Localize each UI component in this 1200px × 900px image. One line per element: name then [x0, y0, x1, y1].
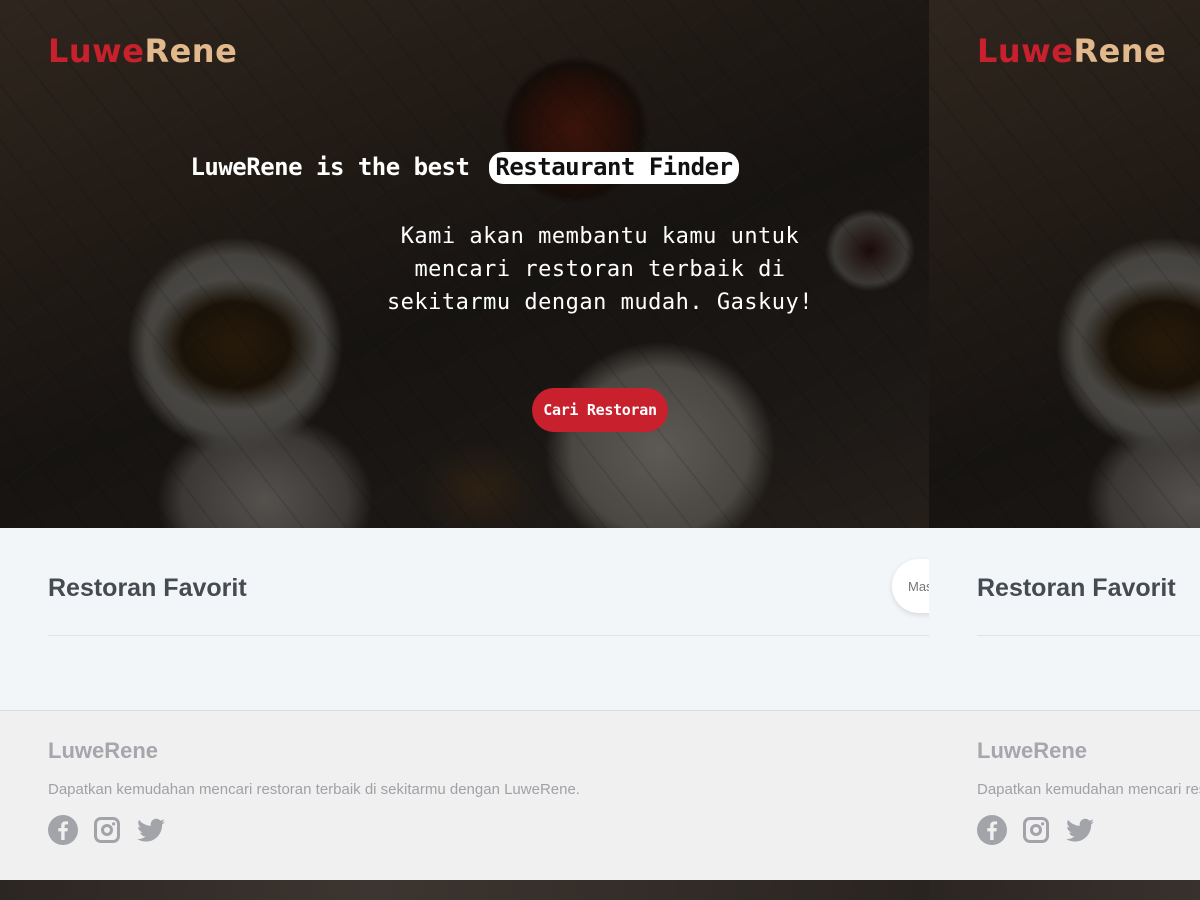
favorite-restaurants-section: Restoran Favorit — [0, 528, 929, 710]
page: LuweRene LuweRene is the best Restaurant… — [0, 0, 929, 900]
brand-logo-clone[interactable]: LuweRene — [977, 32, 1166, 70]
footer: LuweRene Dapatkan kemudahan mencari rest… — [0, 710, 929, 880]
instagram-icon[interactable] — [91, 814, 123, 846]
social-links — [47, 814, 167, 846]
twitter-icon[interactable] — [1064, 814, 1096, 846]
hero-headline: LuweRene is the best Restaurant Finder — [0, 152, 929, 184]
section-divider — [48, 635, 929, 636]
footer-brand-clone: LuweRene — [977, 738, 1088, 763]
hero-headline-prefix: LuweRene is the best — [190, 153, 470, 181]
footer-description-clone: Dapatkan kemudahan mencari restoran terb… — [977, 781, 1200, 798]
hero-headline-highlight: Restaurant Finder — [489, 152, 739, 184]
secondary-viewport: LuweRene Restoran Favorit LuweRene Dapat… — [929, 0, 1200, 900]
hero-section: LuweRene LuweRene is the best Restaurant… — [0, 0, 929, 528]
footer-clone: LuweRene Dapatkan kemudahan mencari rest… — [929, 710, 1200, 880]
page-bottom-background — [0, 880, 929, 900]
main-viewport: LuweRene LuweRene is the best Restaurant… — [0, 0, 929, 900]
hero-tagline: Kami akan membantu kamu untuk mencari re… — [386, 224, 814, 315]
hero-section-clone: LuweRene — [929, 0, 1200, 528]
brand-logo-part2: Rene — [1073, 32, 1167, 70]
page-bottom-background-clone — [929, 880, 1200, 900]
brand-logo-part2: Rene — [144, 32, 238, 70]
favorites-title-clone: Restoran Favorit — [977, 574, 1176, 602]
instagram-icon[interactable] — [1020, 814, 1052, 846]
brand-logo-part1: Luwe — [977, 32, 1074, 70]
facebook-icon[interactable] — [976, 814, 1008, 846]
favorite-restaurants-section-clone: Restoran Favorit — [929, 528, 1200, 710]
page-clone: LuweRene Restoran Favorit LuweRene Dapat… — [929, 0, 1200, 900]
facebook-icon[interactable] — [47, 814, 79, 846]
footer-description: Dapatkan kemudahan mencari restoran terb… — [48, 781, 580, 798]
brand-logo[interactable]: LuweRene — [48, 32, 237, 70]
twitter-icon[interactable] — [135, 814, 167, 846]
find-restaurant-button[interactable]: Cari Restoran — [532, 388, 668, 432]
brand-logo-part1: Luwe — [48, 32, 145, 70]
social-links-clone — [976, 814, 1096, 846]
section-divider-clone — [977, 635, 1200, 636]
favorites-title: Restoran Favorit — [48, 574, 247, 602]
footer-brand: LuweRene — [48, 738, 159, 763]
search-input[interactable] — [892, 559, 929, 613]
